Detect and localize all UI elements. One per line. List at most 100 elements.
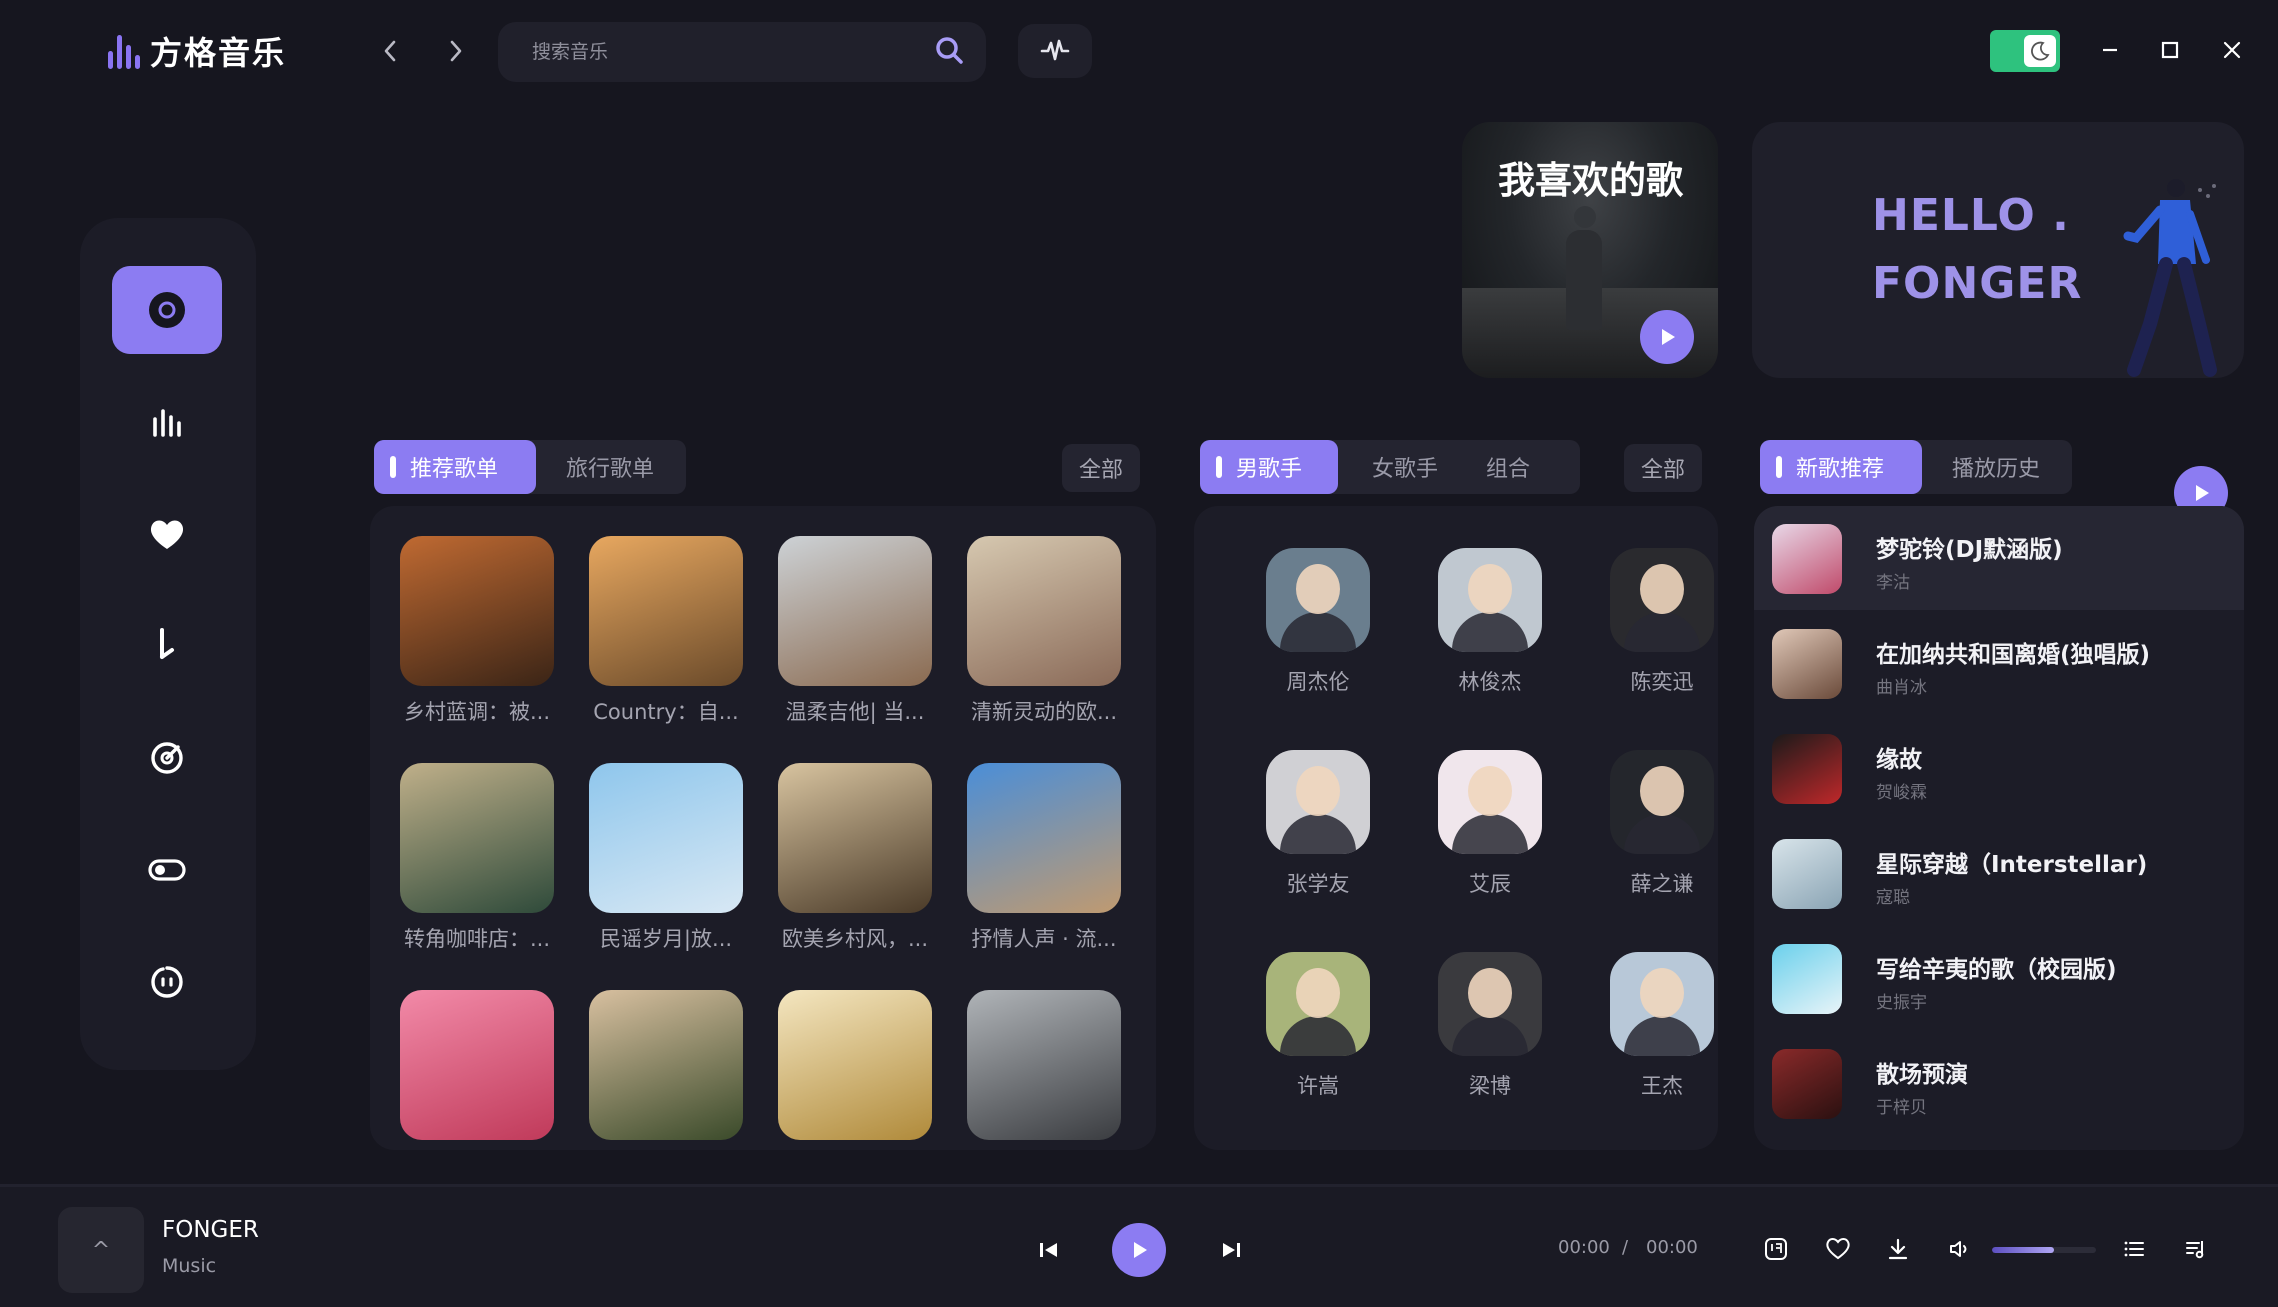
sidebar-item-charts[interactable] [112,378,222,466]
heart-icon [150,520,184,549]
volume-slider[interactable] [1992,1247,2096,1253]
download-button[interactable] [1882,1233,1914,1265]
singer-card[interactable]: 陈奕迅 [1592,548,1718,696]
playlist-card[interactable]: 民谣岁月|放... [589,763,743,953]
play-mode-button[interactable] [2180,1233,2212,1265]
song-artist: 于梓贝 [1876,1098,1927,1118]
play-icon [2196,485,2209,501]
playlist-card[interactable] [589,990,743,1140]
song-tabs: 新歌推荐 播放历史 [1760,440,2072,494]
tab-new-songs[interactable]: 新歌推荐 [1760,440,1922,494]
play-icon [1662,329,1675,345]
playlist-cover [400,990,554,1140]
singer-avatar [1266,750,1370,854]
now-playing-cover[interactable]: ^ [58,1207,144,1293]
maximize-button[interactable] [2150,30,2190,70]
song-cover [1772,839,1842,909]
playlist-card[interactable]: 转角咖啡店：... [400,763,554,953]
playlist-card[interactable]: 乡村蓝调：被... [400,536,554,726]
disc-icon [149,292,185,328]
playlist-queue-button[interactable] [2118,1233,2150,1265]
back-button[interactable] [378,36,402,66]
tab-play-history[interactable]: 播放历史 [1922,440,2072,494]
sidebar-item-profile[interactable] [112,938,222,1026]
minimize-icon [2103,48,2117,52]
playlists-all-button[interactable]: 全部 [1062,444,1140,492]
tab-male-singers[interactable]: 男歌手 [1200,440,1338,494]
playlist-title: Country：自... [593,700,739,724]
tab-recommended-playlists[interactable]: 推荐歌单 [374,440,536,494]
song-row[interactable]: 星际穿越（Interstellar) 寇聪 [1754,821,2244,925]
next-button[interactable] [1216,1235,1246,1265]
song-title: 梦驼铃(DJ默涵版) [1876,537,2063,563]
heart-outline-icon [1826,1238,1850,1260]
like-button[interactable] [1822,1233,1854,1265]
singer-card[interactable]: 张学友 [1248,750,1388,898]
playlist-card[interactable] [400,990,554,1140]
volume-button[interactable] [1944,1233,1976,1265]
forward-button[interactable] [444,36,468,66]
song-cover [1772,734,1842,804]
tab-female-singers[interactable]: 女歌手 [1338,440,1464,494]
tab-travel-playlists[interactable]: 旅行歌单 [536,440,686,494]
playlist-title: 温柔吉他| 当... [785,700,925,724]
playlist-cover [400,536,554,686]
lyrics-icon [1765,1238,1787,1260]
sidebar-item-discover[interactable] [112,266,222,354]
play-pause-button[interactable] [1112,1223,1166,1277]
singer-name: 艾辰 [1469,872,1511,896]
walking-person-illustration [2123,179,2217,377]
search-input[interactable] [532,41,934,63]
singer-card[interactable]: 王杰 [1592,952,1718,1100]
playlist-card[interactable] [778,990,932,1140]
moon-icon [2024,35,2056,67]
singer-card[interactable]: 周杰伦 [1248,548,1388,696]
singer-name: 薛之谦 [1630,872,1694,896]
sidebar-item-songs[interactable] [112,602,222,690]
previous-button[interactable] [1034,1235,1064,1265]
song-cover [1772,629,1842,699]
playlist-card[interactable]: 抒情人声 · 流... [967,763,1121,953]
listen-recognize-button[interactable] [1018,24,1092,78]
playlist-card[interactable]: Country：自... [589,536,743,726]
face-icon [151,966,183,998]
singer-card[interactable]: 林俊杰 [1420,548,1560,696]
singer-card[interactable]: 梁博 [1420,952,1560,1100]
close-button[interactable] [2212,30,2252,70]
sidebar-item-radar[interactable] [112,714,222,802]
playlist-card[interactable]: 欧美乡村风，... [778,763,932,953]
play-icon [1134,1242,1147,1258]
chart-bars-icon [153,409,181,437]
minimize-button[interactable] [2090,30,2130,70]
singer-card[interactable]: 许嵩 [1248,952,1388,1100]
playlist-title: 转角咖啡店：... [403,927,551,951]
singers-all-button[interactable]: 全部 [1624,444,1702,492]
singer-card[interactable]: 艾辰 [1420,750,1560,898]
playlist-card[interactable]: 清新灵动的欧... [967,536,1121,726]
song-row[interactable]: 在加纳共和国离婚(独唱版) 曲肖冰 [1754,611,2244,715]
playlist-card[interactable]: 温柔吉他| 当... [778,536,932,726]
lyrics-button[interactable] [1760,1233,1792,1265]
sidebar-item-favorites[interactable] [112,490,222,578]
singer-avatar [1438,952,1542,1056]
song-row[interactable]: 缘故 贺峻霖 [1754,716,2244,820]
song-row[interactable]: 写给辛夷的歌（校园版) 史振宇 [1754,926,2244,1030]
play-favorites-button[interactable] [1640,310,1694,364]
tab-groups[interactable]: 组合 [1464,440,1580,494]
playlist-card[interactable] [967,990,1121,1140]
song-row[interactable]: 散场预演 于梓贝 [1754,1031,2244,1135]
singer-name: 许嵩 [1297,1074,1339,1098]
sidebar-item-settings[interactable] [112,826,222,914]
song-title: 缘故 [1876,747,1922,773]
playlist-title: 清新灵动的欧... [970,700,1118,724]
singer-avatar [1610,952,1714,1056]
playlist-cover [400,763,554,913]
song-title: 散场预演 [1876,1062,1968,1088]
theme-toggle[interactable] [1990,30,2060,72]
singer-card[interactable]: 薛之谦 [1592,750,1718,898]
download-icon [1888,1238,1908,1260]
singer-avatar [1266,548,1370,652]
search-icon[interactable] [934,35,964,69]
song-row[interactable]: 梦驼铃(DJ默涵版) 李沽 [1754,506,2244,610]
favorite-songs-card[interactable]: 我喜欢的歌 [1462,122,1718,378]
